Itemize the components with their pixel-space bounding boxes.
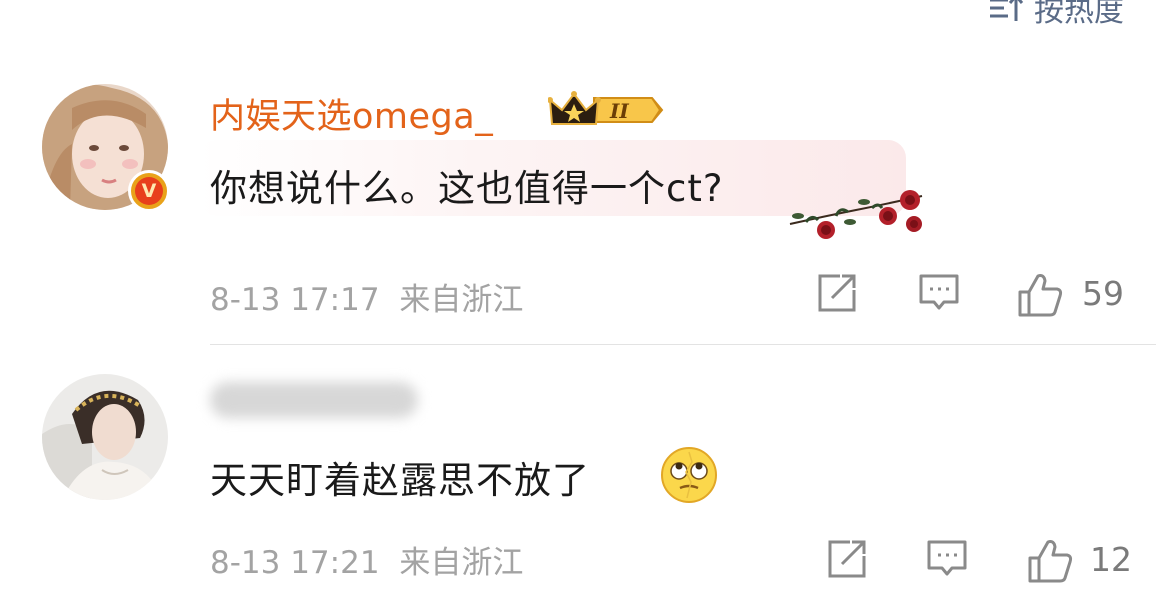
svg-text:II: II — [609, 99, 629, 123]
comment-text: 你想说什么。这也值得一个ct? — [210, 167, 724, 210]
username[interactable]: 内娱天选omega_ — [210, 88, 493, 139]
like-count: 59 — [1082, 274, 1124, 313]
comment-actions: 12 — [0, 538, 1156, 584]
comment-list: 按热度 V 内娱天选omega_ II 你想说什么。这也值得一个ct? 8-13… — [0, 0, 1156, 600]
sort-icon — [988, 0, 1024, 25]
rose-decoration-icon — [786, 188, 930, 248]
membership-crown-badge-icon[interactable]: II — [547, 90, 666, 134]
comment-actions: 59 — [0, 272, 1156, 318]
divider — [210, 344, 1156, 345]
rolling-eyes-emoji-icon — [660, 446, 718, 508]
reply-comment-icon[interactable] — [918, 272, 960, 318]
like-thumb-icon[interactable] — [1026, 538, 1074, 588]
sort-by-heat-button[interactable]: 按热度 — [988, 0, 1124, 30]
comment-text: 天天盯着赵露思不放了 — [210, 459, 590, 502]
verified-badge-icon: V — [128, 170, 170, 212]
reply-comment-icon[interactable] — [926, 538, 968, 584]
username-blurred[interactable] — [210, 382, 418, 418]
like-count: 12 — [1090, 540, 1132, 579]
sort-label: 按热度 — [1034, 0, 1124, 29]
avatar[interactable] — [42, 374, 168, 500]
like-thumb-icon[interactable] — [1016, 272, 1064, 322]
share-icon[interactable] — [816, 272, 858, 318]
share-icon[interactable] — [826, 538, 868, 584]
